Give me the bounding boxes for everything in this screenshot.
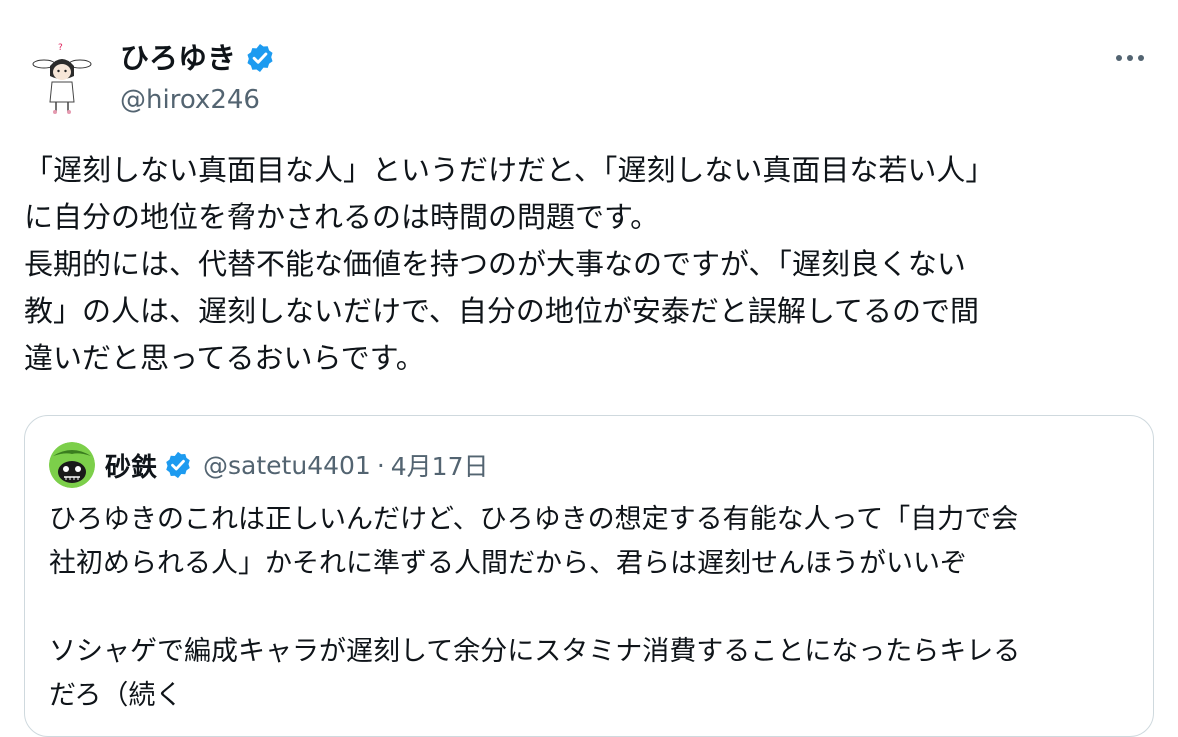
svg-text:?: ? bbox=[58, 43, 63, 53]
author-display-name[interactable]: ひろゆき bbox=[120, 38, 236, 78]
author-block: ひろゆき @hirox246 bbox=[120, 38, 276, 120]
author-name-row: ひろゆき bbox=[120, 38, 276, 78]
quoted-tweet-card[interactable]: 砂鉄 @satetu4401 · 4月17日 ひろゆきのこれは正しいんだけど、ひ… bbox=[24, 415, 1154, 737]
verified-badge-icon[interactable] bbox=[244, 42, 276, 74]
quoted-author-display-name[interactable]: 砂鉄 bbox=[105, 447, 157, 484]
quoted-author-avatar[interactable] bbox=[49, 442, 95, 488]
separator-dot: · bbox=[376, 450, 385, 480]
quoted-tweet-text: ひろゆきのこれは正しいんだけど、ひろゆきの想定する有能な人って「自力で会 社初め… bbox=[49, 504, 1021, 711]
verified-badge-icon bbox=[163, 450, 193, 480]
tweet: ? ひろゆき @hirox246 「遅刻しない真面目な人」というだけだと、「遅刻… bbox=[0, 0, 1178, 737]
tweet-text: 「遅刻しない真面目な人」というだけだと、「遅刻しない真面目な若い人」 に自分の地… bbox=[24, 153, 995, 375]
more-options-icon bbox=[1116, 55, 1144, 61]
avatar-green-character bbox=[49, 442, 95, 488]
quoted-tweet-header: 砂鉄 @satetu4401 · 4月17日 bbox=[49, 442, 489, 488]
quoted-author-handle[interactable]: @satetu4401 bbox=[203, 451, 371, 480]
author-avatar[interactable]: ? bbox=[24, 40, 100, 116]
author-handle[interactable]: @hirox246 bbox=[120, 80, 276, 120]
avatar-illustration: ? bbox=[24, 40, 100, 116]
quoted-tweet-date[interactable]: 4月17日 bbox=[391, 447, 489, 483]
more-options-button[interactable] bbox=[1112, 44, 1148, 72]
